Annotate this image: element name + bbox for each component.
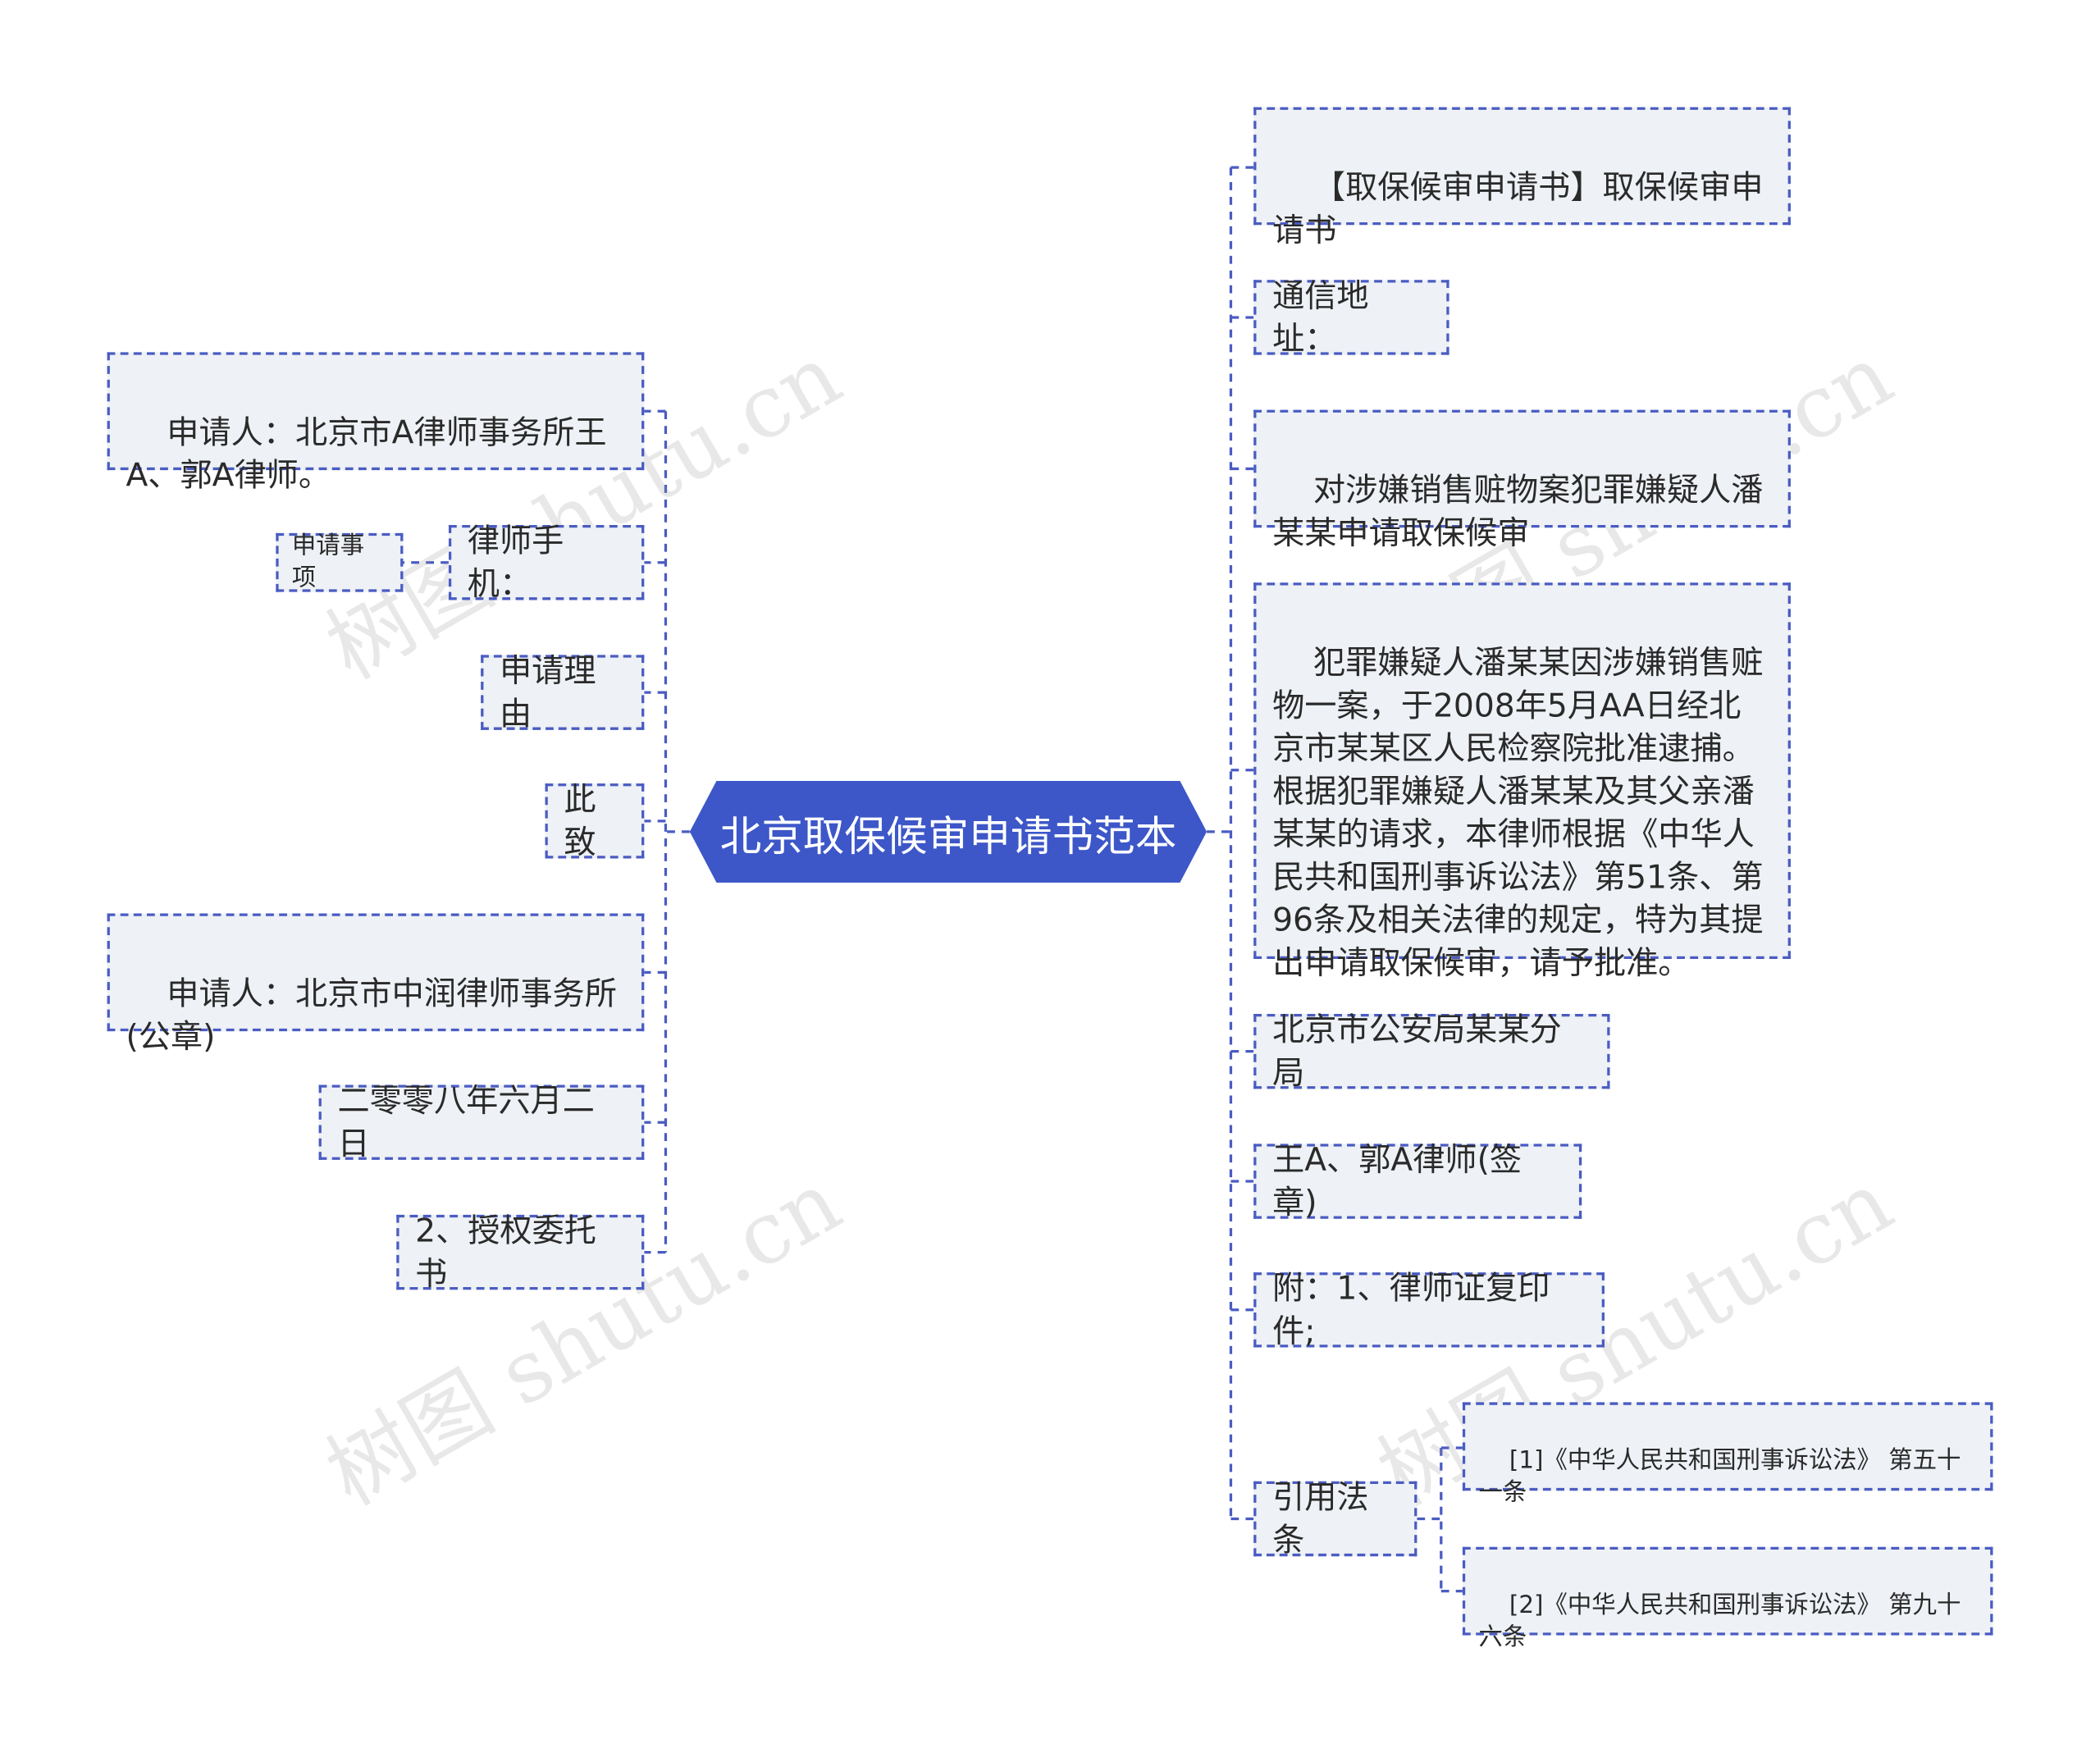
node-lawyer-phone[interactable]: 律师手机： bbox=[448, 523, 645, 603]
node-signature[interactable]: 王A、郭A律师(签章) bbox=[1253, 1141, 1582, 1221]
node-citation-1[interactable]: [1]《中华人民共和国刑事诉讼法》 第五十一条 bbox=[1462, 1402, 1993, 1507]
node-applicant-lawyers[interactable]: 申请人：北京市A律师事务所王A、郭A律师。 bbox=[107, 352, 645, 494]
node-address[interactable]: 通信地址： bbox=[1253, 277, 1449, 358]
root-node[interactable]: 北京取保候审申请书范本 bbox=[690, 781, 1207, 883]
node-application-reason[interactable]: 申请理由 bbox=[481, 652, 645, 733]
node-citations[interactable]: 引用法条 bbox=[1253, 1479, 1418, 1559]
node-text: 附：1、律师证复印件; bbox=[1272, 1269, 1550, 1350]
node-title[interactable]: 【取保候审申请书】取保候审申请书 bbox=[1253, 107, 1791, 249]
node-case[interactable]: 对涉嫌销售赃物案犯罪嫌疑人潘某某申请取保候审 bbox=[1253, 409, 1791, 552]
node-text: 2、授权委托书 bbox=[415, 1212, 597, 1293]
root-label: 北京取保候审申请书范本 bbox=[719, 812, 1177, 861]
node-attachment[interactable]: 附：1、律师证复印件; bbox=[1253, 1270, 1605, 1350]
node-text: 申请理由 bbox=[499, 652, 596, 733]
node-text: 通信地址： bbox=[1272, 276, 1369, 358]
node-date[interactable]: 二零零八年六月二日 bbox=[318, 1082, 645, 1162]
node-citation-2[interactable]: [2]《中华人民共和国刑事诉讼法》 第九十六条 bbox=[1462, 1546, 1993, 1651]
node-police[interactable]: 北京市公安局某某分局 bbox=[1253, 1011, 1610, 1092]
node-text: 二零零八年六月二日 bbox=[337, 1082, 595, 1163]
node-text: 王A、郭A律师(签章) bbox=[1272, 1141, 1522, 1222]
node-text: 引用法条 bbox=[1272, 1478, 1369, 1559]
node-text: 律师手机： bbox=[467, 522, 564, 603]
node-applicant-firm[interactable]: 申请人：北京市中润律师事务所(公章) bbox=[107, 913, 645, 1056]
node-text: 此致 bbox=[564, 780, 596, 861]
node-authorization[interactable]: 2、授权委托书 bbox=[396, 1212, 645, 1293]
node-text: 申请事项 bbox=[291, 532, 365, 592]
node-text: 犯罪嫌疑人潘某某因涉嫌销售赃物一案，于2008年5月AA日经北京市某某区人民检察… bbox=[1272, 644, 1764, 982]
node-text: 北京市公安局某某分局 bbox=[1272, 1011, 1562, 1092]
node-body[interactable]: 犯罪嫌疑人潘某某因涉嫌销售赃物一案，于2008年5月AA日经北京市某某区人民检察… bbox=[1253, 582, 1791, 982]
node-cizhi[interactable]: 此致 bbox=[545, 781, 645, 861]
node-application-matters[interactable]: 申请事项 bbox=[276, 532, 404, 592]
mind-map-canvas: 树图 shutu.cn 树图 shutu.cn 树图 shutu.cn 树图 s… bbox=[0, 0, 2100, 1744]
